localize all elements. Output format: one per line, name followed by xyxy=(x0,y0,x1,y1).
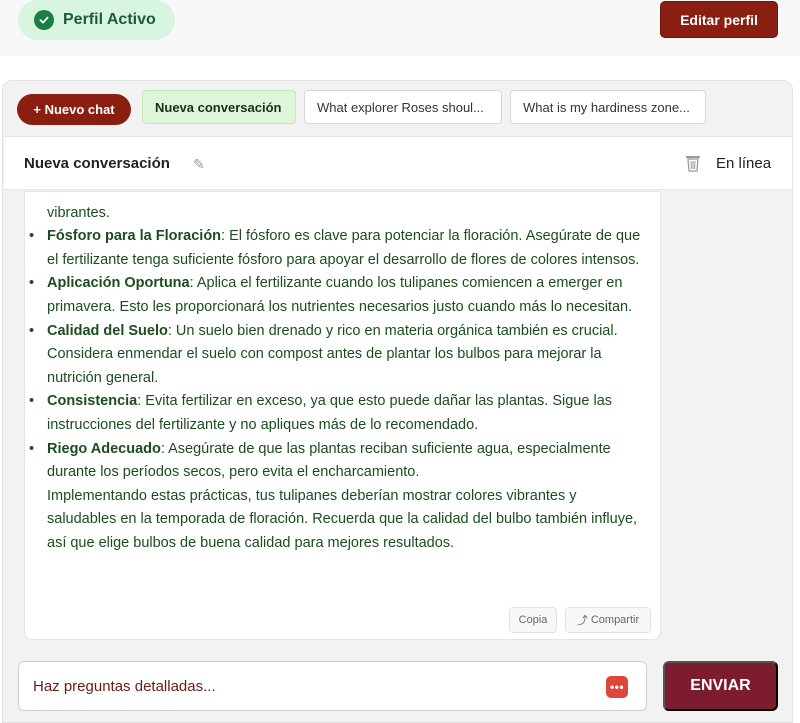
list-item: • Fósforo para la Floración: El fósforo e… xyxy=(29,228,641,268)
tab-explorer-roses[interactable]: What explorer Roses shoul... xyxy=(304,90,502,124)
question-input[interactable] xyxy=(19,662,599,710)
list-item: • Riego Adecuado: Asegúrate de que las pl… xyxy=(29,440,611,481)
top-cut-text: vibrantes. xyxy=(47,204,110,221)
composer: ••• xyxy=(18,661,647,711)
tab-nueva-conversacion[interactable]: Nueva conversación xyxy=(142,90,296,124)
cut-off-line xyxy=(47,192,647,202)
share-label: Compartir xyxy=(590,614,640,626)
new-chat-button[interactable]: + Nuevo chat xyxy=(17,94,131,125)
tab-hardiness-zone[interactable]: What is my hardiness zone... xyxy=(510,90,706,124)
profile-status-badge: Perfil Activo xyxy=(18,0,175,40)
online-status: En línea xyxy=(716,155,772,172)
check-circle-icon xyxy=(34,10,54,30)
assistant-message: vibrantes. • Fósforo para la Floración: E… xyxy=(24,191,661,640)
chat-header: Nueva conversación ✎ En línea xyxy=(4,136,792,190)
closing-paragraph: Implementando estas prácticas, tus tulip… xyxy=(47,487,638,551)
top-bar: Perfil Activo Editar perfil xyxy=(0,0,800,56)
message-content: vibrantes. • Fósforo para la Floración: E… xyxy=(29,192,647,556)
trash-icon[interactable] xyxy=(685,154,701,172)
share-icon: ⤴ xyxy=(576,615,588,627)
profile-status-label: Perfil Activo xyxy=(63,11,156,28)
copy-button[interactable]: Copia xyxy=(509,607,557,633)
more-options-icon[interactable]: ••• xyxy=(606,676,628,698)
list-item: • Consistencia: Evita fertilizar en exces… xyxy=(29,393,613,433)
share-button[interactable]: ⤴ Compartir xyxy=(565,607,651,633)
chat-title: Nueva conversación xyxy=(24,155,170,172)
pencil-icon[interactable]: ✎ xyxy=(193,156,205,173)
list-item: • Calidad del Suelo: Un suelo bien drenad… xyxy=(29,322,618,386)
send-button[interactable]: ENVIAR xyxy=(663,661,778,711)
list-item: • Aplicación Oportuna: Aplica el fertiliz… xyxy=(29,275,633,315)
edit-profile-button[interactable]: Editar perfil xyxy=(660,1,778,38)
chat-panel: + Nuevo chat Nueva conversación What exp… xyxy=(2,80,793,723)
